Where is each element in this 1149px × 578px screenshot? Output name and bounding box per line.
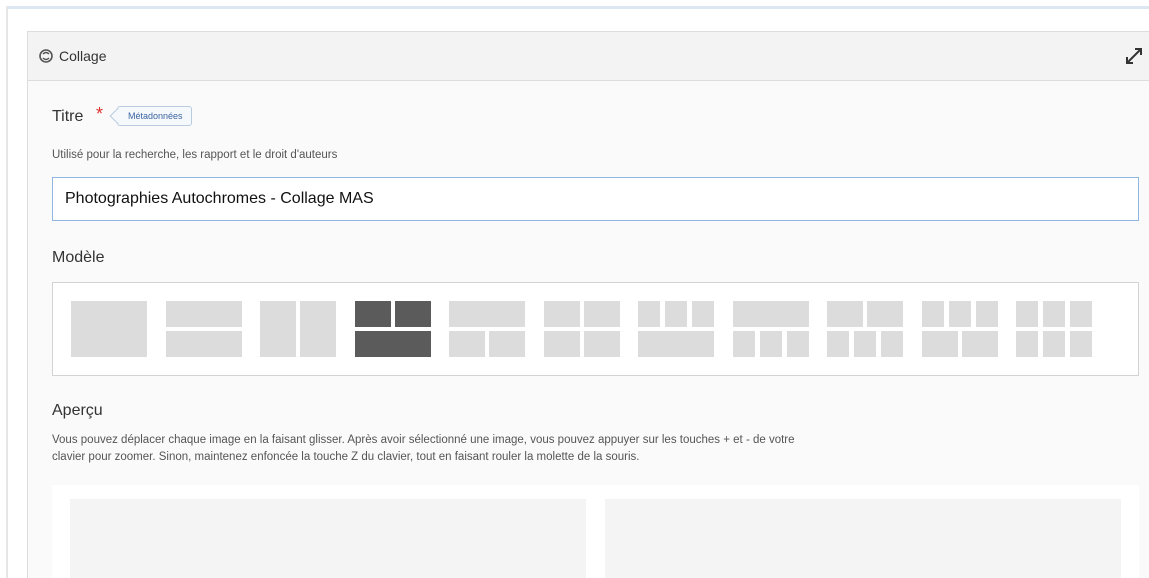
preview-slot-left[interactable] bbox=[70, 499, 586, 578]
template-cell bbox=[449, 331, 485, 357]
template-cell bbox=[1043, 301, 1065, 327]
template-cell bbox=[165, 301, 242, 327]
template-cell bbox=[975, 301, 998, 327]
puzzle-icon bbox=[38, 48, 54, 64]
template-cell bbox=[300, 301, 336, 357]
template-cell bbox=[827, 331, 849, 357]
template-cell bbox=[354, 331, 431, 357]
title-label: Titre bbox=[52, 108, 84, 125]
template-cell bbox=[165, 331, 242, 357]
template-cell bbox=[1070, 331, 1092, 357]
template-option-8[interactable] bbox=[732, 301, 809, 357]
template-cell bbox=[961, 331, 998, 357]
title-help-text: Utilisé pour la recherche, les rapport e… bbox=[52, 149, 338, 161]
template-cell bbox=[867, 301, 903, 327]
template-cell bbox=[921, 301, 944, 327]
template-option-9[interactable] bbox=[827, 301, 903, 357]
preview-help-line1: Vous pouvez déplacer chaque image en la … bbox=[52, 434, 795, 446]
template-cell bbox=[732, 301, 809, 327]
template-cell bbox=[854, 331, 876, 357]
expand-icon[interactable] bbox=[1125, 47, 1143, 65]
template-cell bbox=[732, 331, 755, 357]
template-option-4[interactable] bbox=[354, 301, 431, 357]
template-cell bbox=[543, 331, 580, 357]
window-left-rule bbox=[6, 6, 8, 578]
template-option-7[interactable] bbox=[638, 301, 714, 357]
template-cell bbox=[583, 301, 620, 327]
template-option-5[interactable] bbox=[449, 301, 525, 357]
model-label: Modèle bbox=[52, 249, 105, 266]
template-option-3[interactable] bbox=[260, 301, 336, 357]
template-cell bbox=[638, 301, 660, 327]
window-top-rule bbox=[6, 6, 1149, 9]
template-cell bbox=[692, 301, 714, 327]
preview-slot-right[interactable] bbox=[605, 499, 1121, 578]
template-picker bbox=[52, 282, 1139, 376]
template-cell bbox=[394, 301, 431, 327]
template-option-10[interactable] bbox=[921, 301, 998, 357]
template-cell bbox=[489, 331, 525, 357]
template-option-2[interactable] bbox=[165, 301, 242, 357]
template-cell bbox=[1070, 301, 1092, 327]
preview-help-line2: clavier pour zoomer. Sinon, maintenez en… bbox=[52, 451, 640, 463]
template-cell bbox=[260, 301, 296, 357]
collage-preview bbox=[52, 485, 1139, 578]
required-mark: * bbox=[96, 104, 104, 124]
template-cell bbox=[1016, 301, 1038, 327]
template-cell bbox=[948, 301, 971, 327]
template-cell bbox=[759, 331, 782, 357]
template-option-11[interactable] bbox=[1016, 301, 1092, 357]
title-input[interactable] bbox=[52, 177, 1139, 221]
template-cell bbox=[1043, 331, 1065, 357]
template-cell bbox=[354, 301, 391, 327]
template-cell bbox=[665, 301, 687, 327]
template-cell bbox=[881, 331, 903, 357]
template-cell bbox=[921, 331, 958, 357]
metadata-tag[interactable]: Métadonnées bbox=[117, 106, 192, 126]
template-cell bbox=[1016, 331, 1038, 357]
template-cell bbox=[543, 301, 580, 327]
template-option-1[interactable] bbox=[71, 301, 147, 357]
preview-label: Aperçu bbox=[52, 402, 103, 419]
template-cell bbox=[449, 301, 525, 327]
panel-title: Collage bbox=[59, 48, 107, 64]
panel-header: Collage bbox=[28, 32, 1149, 81]
template-cell bbox=[71, 301, 147, 357]
template-cell bbox=[786, 331, 809, 357]
template-cell bbox=[638, 331, 714, 357]
template-cell bbox=[583, 331, 620, 357]
template-cell bbox=[827, 301, 863, 327]
template-option-6[interactable] bbox=[543, 301, 620, 357]
